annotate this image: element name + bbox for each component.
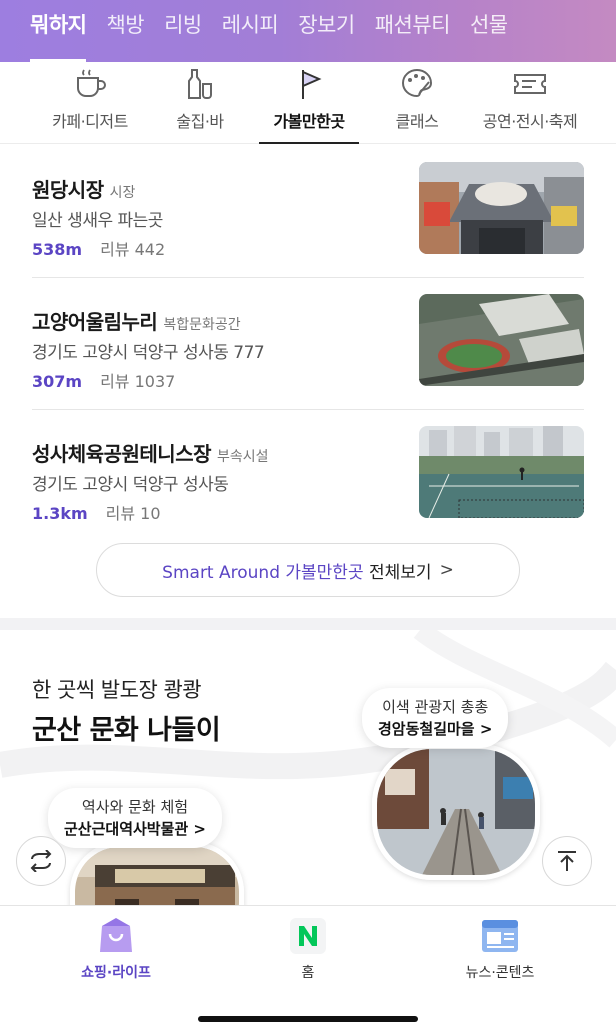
railway-village-image	[377, 749, 535, 875]
place-distance: 538m	[32, 240, 83, 259]
top-tab-recipe[interactable]: 레시피	[222, 0, 279, 62]
museum-building-image	[75, 847, 239, 905]
top-tab-gift[interactable]: 선물	[470, 0, 508, 62]
naver-n-icon	[290, 918, 326, 954]
railway-village-photo[interactable]	[372, 744, 540, 880]
promo-title: 군산 문화 나들이	[32, 715, 221, 746]
home-indicator[interactable]	[198, 1016, 418, 1022]
place-thumbnail[interactable]	[419, 294, 584, 386]
gunsan-promo-section: 한 곳씩 발도장 쾅쾅 군산 문화 나들이 이색 관광지 총총 경암동철길마을 …	[0, 630, 616, 905]
tennis-court-image	[419, 426, 584, 518]
place-category: 시장	[109, 185, 136, 201]
promo-subtitle: 한 곳씩 발도장 쾅쾅	[32, 678, 202, 702]
place-address: 경기도 고양시 덕양구 성사동	[32, 475, 229, 495]
category-label: 가볼만한곳	[273, 112, 345, 131]
top-tab-fashion-beauty[interactable]: 패션뷰티	[375, 0, 451, 62]
place-reviews[interactable]: 리뷰 10	[106, 504, 161, 523]
category-bar[interactable]: 술집·바	[168, 66, 232, 144]
top-tab-living[interactable]: 리빙	[164, 0, 202, 62]
coffee-cup-icon	[77, 69, 106, 97]
top-tab-bookstore[interactable]: 책방	[106, 0, 144, 62]
bottles-icon	[188, 69, 212, 99]
place-thumbnail[interactable]	[419, 162, 584, 254]
place-name[interactable]: 원당시장	[32, 178, 104, 202]
top-nav: 뭐하지 책방 리빙 레시피 장보기 패션뷰티 선물	[0, 0, 616, 62]
refresh-button[interactable]	[16, 836, 66, 886]
place-name[interactable]: 성사체육공원테니스장	[32, 442, 212, 466]
place-category: 부속시설	[217, 449, 269, 465]
spot-name-link[interactable]: 군산근대역사박물관 >	[64, 818, 206, 840]
museum-photo[interactable]	[70, 842, 244, 905]
place-reviews[interactable]: 리뷰 1037	[100, 372, 175, 391]
spot-description: 역사와 문화 체험	[81, 798, 189, 816]
place-reviews[interactable]: 리뷰 442	[100, 240, 165, 259]
see-all-button[interactable]: Smart Around 가볼만한곳 전체보기 >	[96, 543, 520, 597]
palette-icon	[402, 68, 433, 98]
news-icon	[482, 920, 518, 952]
arrow-up-icon	[558, 851, 576, 871]
bottom-tab-shopping-life[interactable]: 쇼핑·라이프	[56, 916, 176, 982]
category-label: 카페·디저트	[52, 112, 128, 131]
divider	[32, 409, 584, 410]
divider	[32, 277, 584, 278]
bottom-tab-label: 홈	[301, 965, 315, 981]
market-entrance-image	[419, 162, 584, 254]
category-tabs: 카페·디저트 술집·바 가볼만한곳 클래스 공연·전시·축제	[0, 62, 616, 144]
category-label: 공연·전시·축제	[482, 112, 578, 131]
category-class[interactable]: 클래스	[386, 66, 448, 144]
see-all-label: 전체보기	[369, 562, 432, 583]
see-all-brand: Smart Around 가볼만한곳	[162, 562, 364, 583]
shopping-bag-icon	[100, 918, 132, 952]
place-category: 복합문화공간	[163, 317, 241, 333]
place-item[interactable]: 고양어울림누리 복합문화공간 경기도 고양시 덕양구 성사동 777 307m 리뷰…	[32, 294, 584, 438]
category-label: 클래스	[395, 112, 439, 131]
section-separator	[0, 618, 616, 630]
flag-icon	[302, 70, 322, 99]
chevron-right-icon: >	[439, 560, 454, 580]
top-tab-grocery[interactable]: 장보기	[298, 0, 355, 62]
category-places[interactable]: 가볼만한곳	[259, 66, 359, 144]
bottom-nav: 쇼핑·라이프 홈 뉴스·콘텐츠	[0, 905, 616, 1031]
top-tab-what-to-do[interactable]: 뭐하지	[30, 0, 87, 62]
bottom-tab-home[interactable]: 홈	[248, 916, 368, 982]
bottom-tab-label: 쇼핑·라이프	[81, 965, 151, 981]
place-thumbnail[interactable]	[419, 426, 584, 518]
scroll-to-top-button[interactable]	[542, 836, 592, 886]
place-distance: 307m	[32, 372, 83, 391]
place-address: 일산 생새우 파는곳	[32, 211, 163, 231]
ticket-icon	[514, 74, 546, 94]
railway-village-bubble[interactable]: 이색 관광지 총총 경암동철길마을 >	[362, 688, 509, 748]
aerial-complex-image	[419, 294, 584, 386]
category-label: 술집·바	[176, 112, 224, 131]
museum-bubble[interactable]: 역사와 문화 체험 군산근대역사박물관 >	[48, 788, 222, 848]
bottom-tab-news-content[interactable]: 뉴스·콘텐츠	[440, 916, 560, 982]
place-item[interactable]: 원당시장 시장 일산 생새우 파는곳 538m 리뷰 442	[32, 162, 584, 306]
category-cafe-dessert[interactable]: 카페·디저트	[40, 66, 140, 144]
place-distance: 1.3km	[32, 504, 88, 523]
place-address: 경기도 고양시 덕양구 성사동 777	[32, 343, 265, 363]
place-name[interactable]: 고양어울림누리	[32, 310, 158, 334]
spot-description: 이색 관광지 총총	[382, 698, 489, 716]
bottom-tab-label: 뉴스·콘텐츠	[465, 965, 535, 981]
rotate-arrow-icon	[30, 850, 52, 872]
category-performance[interactable]: 공연·전시·축제	[470, 66, 590, 144]
spot-name-link[interactable]: 경암동철길마을 >	[378, 718, 492, 740]
